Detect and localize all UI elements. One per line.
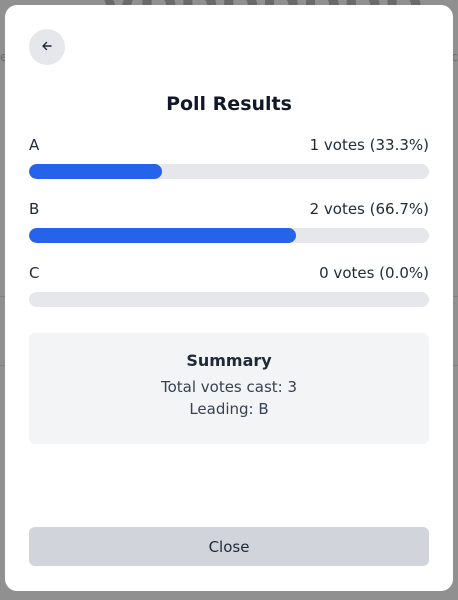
close-button[interactable]: Close (29, 527, 429, 566)
option-result: 2 votes (66.7%) (309, 200, 429, 218)
option-label: A (29, 136, 40, 154)
result-bar-track (29, 164, 429, 179)
total-votes-text: Total votes cast: 3 (160, 378, 298, 396)
poll-results-dialog: Poll Results A 1 votes (33.3%) B 2 votes… (5, 5, 453, 591)
option-label: C (29, 264, 40, 282)
result-bar-fill (29, 228, 296, 243)
back-button[interactable] (29, 29, 65, 65)
dialog-title: Poll Results (166, 93, 292, 115)
option-result: 0 votes (0.0%) (319, 264, 429, 282)
leading-option-text: Leading: B (189, 400, 269, 418)
option-label: B (29, 200, 40, 218)
poll-option-c: C 0 votes (0.0%) (29, 264, 429, 307)
summary-title: Summary (186, 351, 272, 370)
arrow-left-icon (41, 40, 53, 55)
poll-option-b: B 2 votes (66.7%) (29, 200, 429, 243)
summary-panel: Summary Total votes cast: 3 Leading: B (29, 333, 429, 444)
result-bar-track (29, 292, 429, 307)
poll-option-a: A 1 votes (33.3%) (29, 136, 429, 179)
result-bar-fill (29, 164, 163, 179)
option-result: 1 votes (33.3%) (309, 136, 429, 154)
result-bar-track (29, 228, 429, 243)
